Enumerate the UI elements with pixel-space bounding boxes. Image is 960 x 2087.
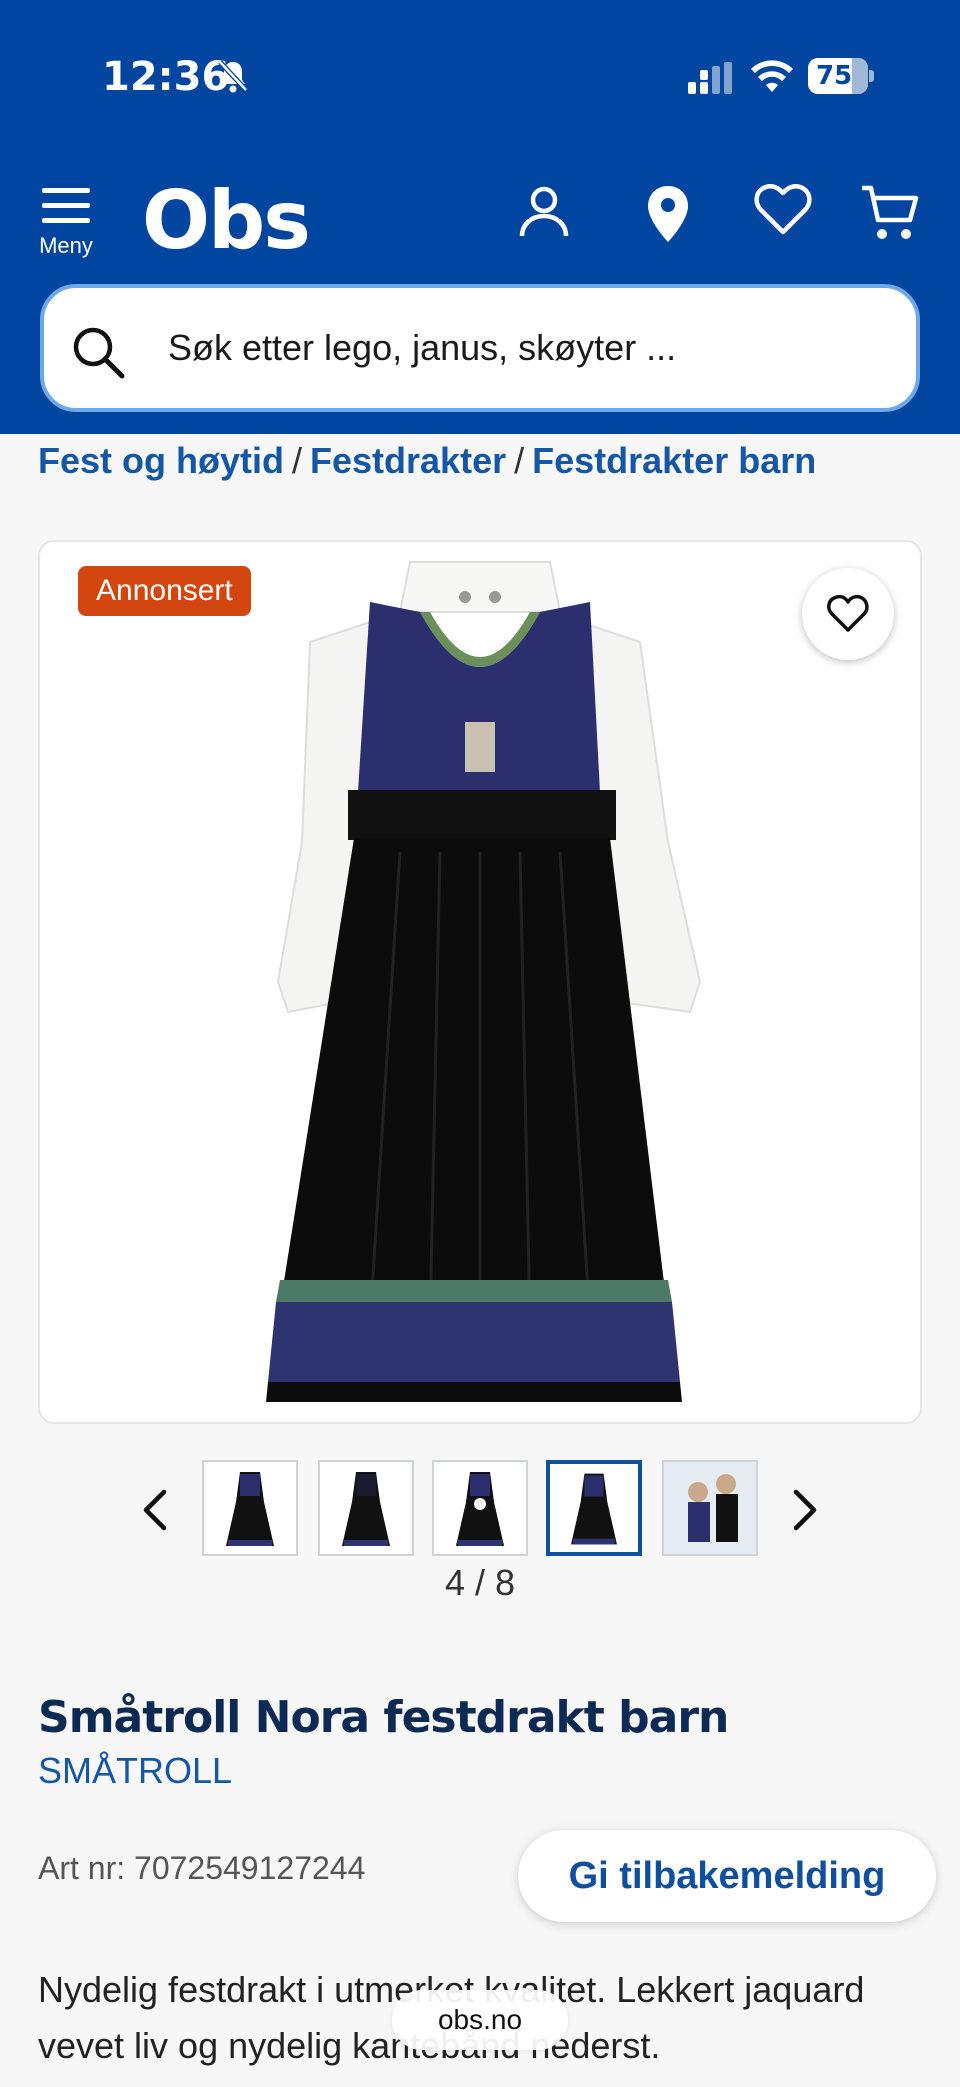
browser-url-pill[interactable]: obs.no [392, 1990, 568, 2050]
thumbnail-image [571, 1473, 617, 1545]
hamburger-icon [42, 188, 90, 223]
sponsored-badge: Annonsert [78, 566, 251, 616]
chevron-left-icon[interactable] [140, 1488, 170, 1532]
status-time: 12:36 [102, 54, 230, 100]
signal-icon [688, 62, 732, 94]
account-icon[interactable] [516, 184, 572, 240]
search-input[interactable] [168, 318, 868, 378]
search-icon [73, 327, 125, 379]
obs-logo[interactable]: Obs [142, 174, 311, 267]
thumbnail-image [664, 1462, 756, 1554]
cart-icon[interactable] [860, 184, 920, 242]
product-brand[interactable]: SMÅTROLL [38, 1750, 232, 1792]
location-pin-icon[interactable] [644, 184, 692, 244]
add-to-favorites-button[interactable] [802, 568, 894, 660]
thumbnail[interactable] [318, 1460, 414, 1556]
breadcrumb-separator: / [292, 440, 303, 481]
breadcrumb-link[interactable]: Festdrakter barn [532, 440, 816, 481]
chevron-right-icon[interactable] [790, 1488, 820, 1532]
battery-icon: 75 [808, 58, 874, 94]
breadcrumb-separator: / [514, 440, 525, 481]
breadcrumb-link[interactable]: Fest og høytid [38, 440, 284, 481]
feedback-button[interactable]: Gi tilbakemelding [518, 1830, 936, 1922]
breadcrumb-link[interactable]: Festdrakter [310, 440, 506, 481]
favorites-heart-icon[interactable] [754, 184, 812, 236]
thumbnail-image [456, 1472, 504, 1546]
silent-mode-icon [218, 60, 248, 93]
thumbnail[interactable] [202, 1460, 298, 1556]
heart-icon [827, 594, 869, 632]
product-title: Småtroll Nora festdrakt barn [38, 1692, 729, 1743]
menu-label: Meny [39, 233, 93, 258]
product-image [266, 561, 702, 1402]
thumbnail[interactable] [662, 1460, 758, 1556]
thumbnail-image [226, 1472, 274, 1546]
thumbnail-image [342, 1472, 390, 1546]
menu-button[interactable]: Meny [30, 186, 102, 259]
app-header: 12:36 75 Meny Obs Søk etter lego, janus,… [0, 0, 960, 434]
gallery-counter: 4 / 8 [444, 1562, 516, 1603]
breadcrumb: Fest og høytid / Festdrakter / Festdrakter b… [38, 440, 816, 482]
wifi-icon [751, 60, 793, 92]
thumbnail[interactable] [432, 1460, 528, 1556]
top-navigation: Meny Obs [0, 160, 960, 270]
status-bar: 12:36 75 [0, 0, 960, 160]
image-carousel [0, 1460, 960, 1560]
article-number: Art nr: 7072549127244 [38, 1850, 366, 1886]
battery-level: 75 [816, 61, 853, 91]
search-bar[interactable] [40, 284, 920, 412]
product-image-card[interactable]: Annonsert [38, 540, 922, 1424]
thumbnail-active[interactable] [546, 1460, 642, 1556]
